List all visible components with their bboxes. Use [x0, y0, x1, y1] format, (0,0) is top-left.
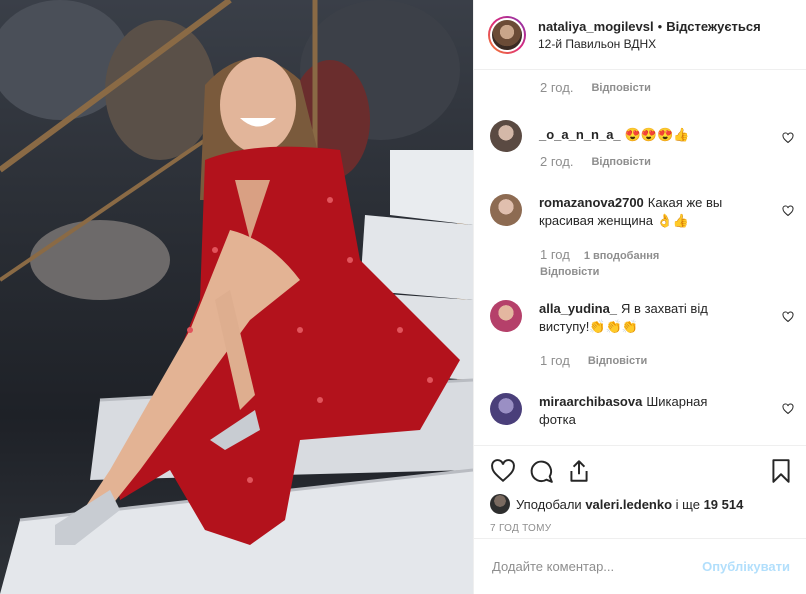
photo-illustration: [0, 0, 473, 594]
author-username[interactable]: nataliya_mogilevsl: [538, 19, 654, 34]
comment-avatar[interactable]: [490, 120, 522, 152]
comment-body: miraarchibasova Шикарная фотка: [539, 393, 739, 429]
comment-heart-icon[interactable]: [782, 132, 794, 144]
comment-like-count[interactable]: 1 вподобання: [584, 250, 659, 262]
comment-item: alla_yudina_ Я в захваті від виступу!👏👏👏: [490, 300, 790, 336]
reply-button[interactable]: Відповісти: [588, 355, 647, 367]
comment-item: romazanova2700 Какая же вы красивая женщи…: [490, 194, 790, 230]
likes-summary: Уподобали valeri.ledenko і ще 19 514: [490, 494, 743, 514]
comment-heart-icon[interactable]: [782, 311, 794, 323]
post-timestamp[interactable]: 7 ГОД ТОМУ: [490, 523, 551, 534]
post-header: nataliya_mogilevsl • Відстежується 12-й Па…: [474, 0, 806, 70]
comment-username[interactable]: _o_a_n_n_a_: [539, 127, 621, 142]
header-line: nataliya_mogilevsl • Відстежується: [538, 19, 761, 34]
location-link[interactable]: 12-й Павильон ВДНХ: [538, 37, 761, 51]
comment-heart-icon[interactable]: [782, 205, 794, 217]
comment-time: 1 год: [540, 247, 570, 262]
comment-body: romazanova2700 Какая же вы красивая женщи…: [539, 194, 739, 230]
comment-username[interactable]: romazanova2700: [539, 195, 644, 210]
comment-icon[interactable]: [528, 458, 554, 484]
comment-meta: 1 год Відповісти: [540, 353, 647, 368]
comment-meta: 1 год 1 вподобання Відповісти: [540, 247, 659, 280]
post-photo[interactable]: [0, 0, 473, 594]
comment-avatar[interactable]: [490, 300, 522, 332]
liked-by-user[interactable]: valeri.ledenko: [585, 497, 672, 512]
post-actions: Уподобали valeri.ledenko і ще 19 514 7 Г…: [474, 445, 806, 594]
comment-time: 2 год.: [540, 80, 574, 95]
comment-input[interactable]: [490, 558, 703, 575]
comment-meta: 2 год. Відповісти: [540, 154, 651, 169]
comment-heart-icon[interactable]: [782, 403, 794, 415]
comment-body: _o_a_n_n_a_ 😍😍😍👍: [539, 120, 739, 152]
comment-username[interactable]: miraarchibasova: [539, 394, 642, 409]
follow-status[interactable]: Відстежується: [666, 19, 761, 34]
heart-icon[interactable]: [490, 458, 516, 484]
comment-composer: Опублікувати: [474, 538, 806, 594]
header-text: nataliya_mogilevsl • Відстежується 12-й Па…: [538, 19, 761, 51]
comment-item: _o_a_n_n_a_ 😍😍😍👍: [490, 120, 790, 152]
comment-item: miraarchibasova Шикарная фотка: [490, 393, 790, 429]
comment-text: 😍😍😍👍: [624, 127, 690, 142]
comment-username[interactable]: alla_yudina_: [539, 301, 617, 316]
comment-avatar[interactable]: [490, 194, 522, 226]
comment-time: 2 год.: [540, 154, 574, 169]
liked-by-prefix: Уподобали: [516, 496, 582, 512]
comment-meta: 2 год. Відповісти: [540, 80, 651, 95]
reply-button[interactable]: Відповісти: [591, 82, 650, 94]
comments-list[interactable]: 2 год. Відповісти _o_a_n_n_a_ 😍😍😍👍 2 год.…: [474, 70, 806, 445]
post-sidebar: nataliya_mogilevsl • Відстежується 12-й Па…: [473, 0, 806, 594]
liked-by-more-prefix: і ще: [675, 496, 700, 512]
reply-button[interactable]: Відповісти: [540, 264, 659, 280]
likes-count[interactable]: 19 514: [704, 497, 744, 512]
separator-dot: •: [657, 18, 663, 34]
reply-button[interactable]: Відповісти: [591, 156, 650, 168]
author-avatar[interactable]: [488, 15, 526, 54]
post: nataliya_mogilevsl • Відстежується 12-й Па…: [0, 0, 806, 594]
liker-avatar[interactable]: [490, 494, 510, 514]
comment-avatar[interactable]: [490, 393, 522, 425]
bookmark-icon[interactable]: [768, 458, 794, 484]
comment-body: alla_yudina_ Я в захваті від виступу!👏👏👏: [539, 300, 739, 336]
share-icon[interactable]: [566, 458, 592, 484]
comment-time: 1 год: [540, 353, 570, 368]
publish-button[interactable]: Опублікувати: [702, 559, 790, 574]
